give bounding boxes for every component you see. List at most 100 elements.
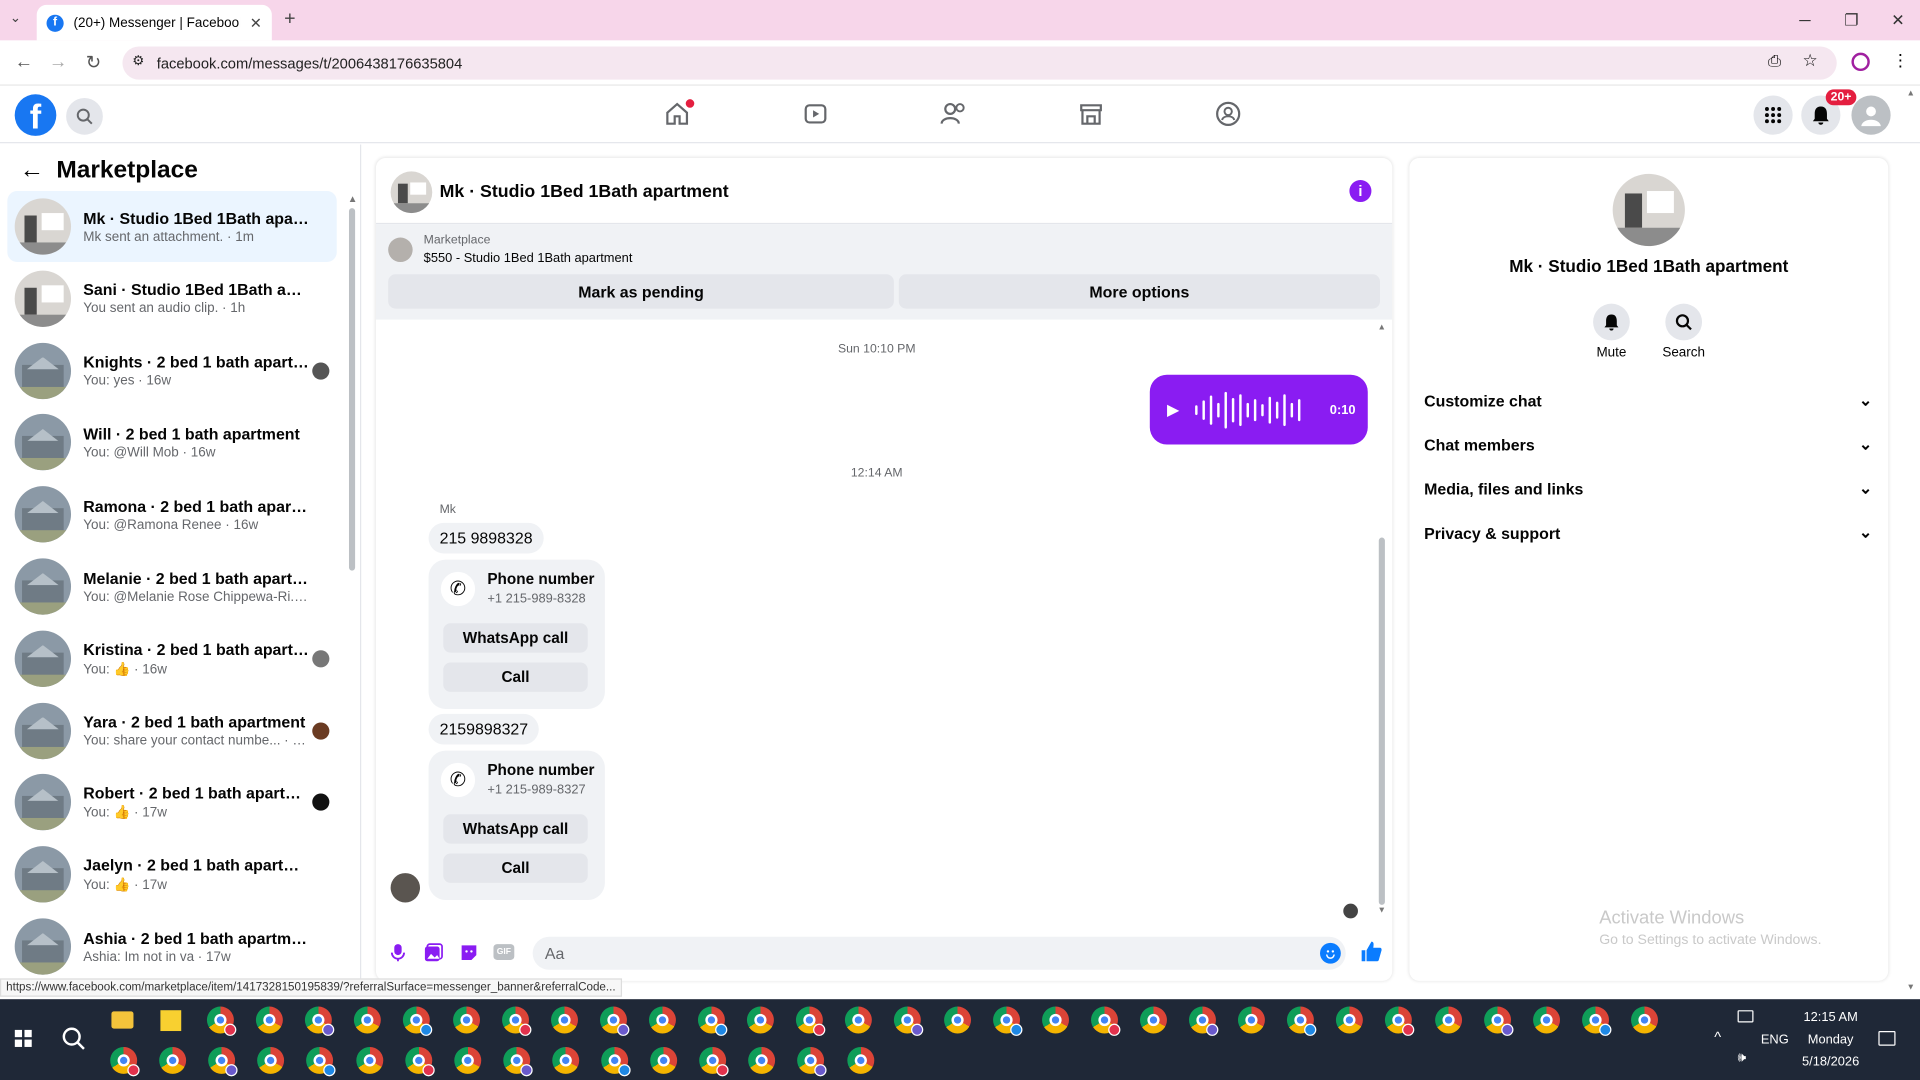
chrome-taskbar-icon[interactable] <box>1581 1006 1612 1036</box>
gif-icon[interactable]: GIF <box>493 944 515 961</box>
chrome-taskbar-icon[interactable] <box>1139 1006 1167 1034</box>
chrome-taskbar-icon[interactable] <box>354 1006 382 1034</box>
chrome-taskbar-icon[interactable] <box>452 1006 480 1034</box>
chrome-taskbar-icon[interactable] <box>1630 1006 1658 1034</box>
info-avatar[interactable] <box>1612 173 1685 247</box>
scroll-up-arrow-icon[interactable]: ▲ <box>348 193 358 204</box>
sticky-notes-icon[interactable] <box>160 1010 182 1032</box>
chrome-taskbar-icon[interactable] <box>992 1006 1022 1036</box>
play-icon[interactable]: ▶ <box>1167 400 1179 420</box>
language-indicator[interactable]: ENG <box>1761 1032 1789 1047</box>
chrome-taskbar-icon[interactable] <box>796 1006 826 1036</box>
chrome-taskbar-icon[interactable] <box>501 1006 531 1036</box>
chrome-taskbar-icon[interactable] <box>159 1046 187 1074</box>
chrome-taskbar-icon[interactable] <box>1532 1006 1560 1034</box>
search-icon[interactable] <box>1665 303 1703 341</box>
browser-menu-icon[interactable]: ⋮ <box>1892 50 1909 71</box>
conversation-row[interactable]: Yara · 2 bed 1 bath apartment You: share … <box>7 695 336 766</box>
chrome-taskbar-icon[interactable] <box>257 1046 285 1074</box>
install-app-icon[interactable]: ⎙ <box>1768 51 1781 71</box>
taskbar-search-icon[interactable] <box>61 1026 85 1057</box>
mute-label[interactable]: Mute <box>1581 345 1642 360</box>
chrome-taskbar-icon[interactable] <box>503 1046 533 1077</box>
chrome-taskbar-icon[interactable] <box>404 1046 435 1077</box>
chrome-taskbar-icon[interactable] <box>1434 1006 1462 1034</box>
chrome-taskbar-icon[interactable] <box>550 1006 578 1034</box>
marketplace-icon[interactable] <box>1075 98 1107 130</box>
chrome-taskbar-icon[interactable] <box>650 1046 678 1074</box>
chrome-taskbar-icon[interactable] <box>697 1006 728 1036</box>
chrome-taskbar-icon[interactable] <box>599 1006 630 1036</box>
notification-center-icon[interactable] <box>1878 1031 1896 1046</box>
menu-grid-icon[interactable] <box>1753 95 1793 135</box>
clock-time[interactable]: 12:15 AM <box>1795 1010 1866 1025</box>
tab-list-chevron-icon[interactable]: ⌄ <box>10 10 21 26</box>
chrome-taskbar-icon[interactable] <box>943 1006 971 1034</box>
scroll-down-arrow-icon[interactable]: ▼ <box>1378 906 1386 915</box>
chrome-taskbar-icon[interactable] <box>846 1046 874 1074</box>
show-hidden-icons-icon[interactable]: ^ <box>1714 1029 1721 1046</box>
home-icon[interactable] <box>661 98 695 130</box>
chrome-taskbar-icon[interactable] <box>748 1046 776 1074</box>
clock-date[interactable]: 5/18/2026 <box>1795 1054 1866 1069</box>
emoji-icon[interactable] <box>1320 942 1341 964</box>
chrome-taskbar-icon[interactable] <box>845 1006 873 1034</box>
page-scroll-up-arrow-icon[interactable]: ▲ <box>1907 89 1915 98</box>
back-icon[interactable]: ← <box>15 51 33 72</box>
chrome-taskbar-icon[interactable] <box>648 1006 676 1034</box>
bookmark-star-icon[interactable]: ☆ <box>1802 50 1817 71</box>
chrome-taskbar-icon[interactable] <box>453 1046 481 1074</box>
conversation-row[interactable]: Mk · Studio 1Bed 1Bath apartmentMk sent … <box>7 191 337 263</box>
sidebar-scrollbar[interactable] <box>348 208 356 571</box>
chrome-taskbar-icon[interactable] <box>110 1046 140 1077</box>
microphone-icon[interactable] <box>389 943 406 969</box>
facebook-logo-icon[interactable]: f <box>14 94 57 136</box>
volume-icon[interactable]: 🕪 <box>1738 1051 1746 1067</box>
whatsapp-call-button[interactable]: WhatsApp call <box>443 814 588 844</box>
conversation-row[interactable]: Jaelyn · 2 bed 1 bath apartment You: 👍 · … <box>7 839 336 910</box>
chrome-taskbar-icon[interactable] <box>1385 1006 1415 1036</box>
call-button[interactable]: Call <box>443 853 588 883</box>
chrome-taskbar-icon[interactable] <box>1336 1006 1364 1034</box>
chrome-taskbar-icon[interactable] <box>208 1046 238 1077</box>
window-close-icon[interactable]: ✕ <box>1876 0 1920 40</box>
conversation-row[interactable]: Will · 2 bed 1 bath apartment You: @Will … <box>7 407 336 478</box>
conversation-row[interactable]: Robert · 2 bed 1 bath apartme... You: 👍 ·… <box>7 767 336 838</box>
whatsapp-call-button[interactable]: WhatsApp call <box>443 623 588 653</box>
chat-header-avatar[interactable] <box>390 171 433 214</box>
chat-members-section[interactable]: Chat members ⌄ <box>1424 426 1872 463</box>
search-icon[interactable] <box>66 97 103 135</box>
customize-chat-section[interactable]: Customize chat ⌄ <box>1424 382 1872 419</box>
friends-icon[interactable] <box>938 98 970 130</box>
new-tab-icon[interactable]: + <box>284 9 295 31</box>
account-avatar[interactable] <box>1851 95 1891 135</box>
conversation-row[interactable]: Ramona · 2 bed 1 bath apartment You: @Ram… <box>7 479 336 550</box>
chrome-taskbar-icon[interactable] <box>747 1006 774 1034</box>
minimize-icon[interactable]: ─ <box>1783 0 1827 40</box>
chrome-taskbar-icon[interactable] <box>403 1006 433 1036</box>
more-options-button[interactable]: More options <box>898 274 1381 309</box>
browser-tab[interactable]: f (20+) Messenger | Facebook ✕ <box>36 4 272 41</box>
conversation-row[interactable]: Ashia · 2 bed 1 bath apartment Ashia: Im … <box>7 911 336 982</box>
chrome-taskbar-icon[interactable] <box>256 1006 283 1034</box>
banner-item-link[interactable]: $550 - Studio 1Bed 1Bath apartment <box>424 251 633 266</box>
message-bubble[interactable]: 2159898327 <box>428 713 540 745</box>
chrome-taskbar-icon[interactable] <box>206 1006 237 1036</box>
windows-start-icon[interactable] <box>14 1029 32 1053</box>
conversation-row[interactable]: Sani · Studio 1Bed 1Bath apartm...You se… <box>7 263 336 334</box>
chrome-taskbar-icon[interactable] <box>1188 1006 1219 1036</box>
chrome-taskbar-icon[interactable] <box>355 1046 383 1074</box>
tab-close-icon[interactable]: ✕ <box>250 14 262 31</box>
privacy-support-section[interactable]: Privacy & support ⌄ <box>1424 514 1872 551</box>
conversation-row[interactable]: Kristina · 2 bed 1 bath apartm... You: 👍 … <box>7 623 336 694</box>
restore-icon[interactable]: ❐ <box>1829 0 1873 40</box>
photo-icon[interactable] <box>424 943 444 969</box>
message-input[interactable]: Aa <box>532 936 1346 970</box>
chrome-taskbar-icon[interactable] <box>894 1006 924 1036</box>
chat-scrollbar[interactable] <box>1378 537 1385 905</box>
media-files-links-section[interactable]: Media, files and links ⌄ <box>1424 470 1872 507</box>
sender-avatar[interactable] <box>390 873 421 903</box>
info-icon[interactable]: i <box>1349 180 1372 203</box>
conversation-row[interactable]: Knights · 2 bed 1 bath apartm... You: yes… <box>7 335 336 406</box>
banner-item-thumbnail[interactable] <box>388 237 413 263</box>
